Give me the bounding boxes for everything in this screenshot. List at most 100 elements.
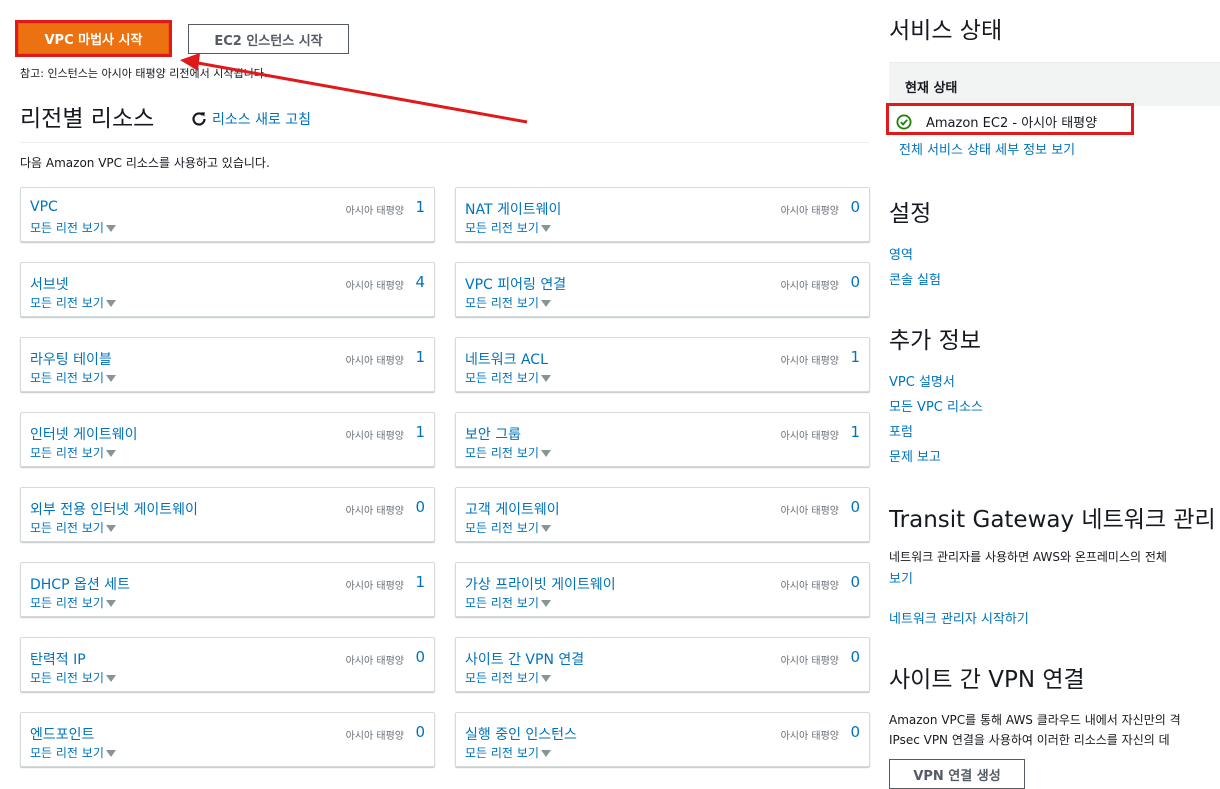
see-all-regions-label: 모든 리전 보기 [30, 746, 104, 760]
caret-down-icon [105, 675, 116, 682]
resource-card-title[interactable]: 서브넷 [30, 274, 69, 294]
resource-card: 가상 프라이빗 게이트웨이 아시아 태평양 0 모든 리전 보기 [455, 562, 870, 617]
report-issue-link[interactable]: 문제 보고 [889, 446, 941, 465]
resource-card-title[interactable]: 고객 게이트웨이 [465, 499, 560, 519]
resource-card-count[interactable]: 0 [850, 648, 860, 666]
see-all-regions-toggle[interactable]: 모든 리전 보기 [30, 369, 116, 386]
site-vpn-desc-line2: IPsec VPN 연결을 사용하여 이러한 리소스를 자신의 데 [889, 733, 1170, 747]
see-all-regions-toggle[interactable]: 모든 리전 보기 [465, 294, 551, 311]
resource-card-count[interactable]: 1 [415, 423, 425, 441]
see-all-regions-toggle[interactable]: 모든 리전 보기 [465, 519, 551, 536]
transit-gateway-desc: 네트워크 관리자를 사용하면 AWS와 온프레미스의 전체 [889, 550, 1167, 564]
resource-card: 외부 전용 인터넷 게이트웨이 아시아 태평양 0 모든 리전 보기 [20, 487, 435, 542]
see-all-regions-toggle[interactable]: 모든 리전 보기 [465, 219, 551, 236]
resource-card-region: 아시아 태평양 [345, 731, 404, 742]
see-all-regions-toggle[interactable]: 모든 리전 보기 [30, 519, 116, 536]
transit-gateway-heading: Transit Gateway 네트워크 관리 [889, 507, 1216, 533]
see-all-regions-label: 모든 리전 보기 [30, 521, 104, 535]
resource-card-title[interactable]: 인터넷 게이트웨이 [30, 424, 138, 444]
see-all-regions-label: 모든 리전 보기 [465, 746, 539, 760]
see-all-regions-toggle[interactable]: 모든 리전 보기 [30, 219, 116, 236]
see-all-regions-toggle[interactable]: 모든 리전 보기 [30, 594, 116, 611]
caret-down-icon [540, 600, 551, 607]
settings-zones-link[interactable]: 영역 [889, 244, 913, 263]
see-all-regions-toggle[interactable]: 모든 리전 보기 [30, 294, 116, 311]
create-vpn-button[interactable]: VPN 연결 생성 [889, 759, 1025, 789]
resource-card-region: 아시아 태평양 [345, 506, 404, 517]
vpc-docs-link[interactable]: VPC 설명서 [889, 371, 955, 390]
resource-card-title[interactable]: 엔드포인트 [30, 724, 94, 744]
see-all-regions-toggle[interactable]: 모든 리전 보기 [465, 744, 551, 761]
resource-card-count[interactable]: 0 [415, 498, 425, 516]
resource-card-count[interactable]: 1 [415, 198, 425, 216]
resource-card-title[interactable]: 라우팅 테이블 [30, 349, 112, 369]
resource-card-count[interactable]: 1 [415, 348, 425, 366]
resource-card-title[interactable]: VPC [30, 199, 58, 215]
resource-card-title[interactable]: 탄력적 IP [30, 649, 86, 669]
resource-card-region: 아시아 태평양 [780, 281, 839, 292]
resource-card-title[interactable]: 외부 전용 인터넷 게이트웨이 [30, 499, 198, 519]
see-all-regions-toggle[interactable]: 모든 리전 보기 [30, 669, 116, 686]
see-all-regions-label: 모든 리전 보기 [30, 671, 104, 685]
service-status-heading: 서비스 상태 [889, 18, 1003, 44]
see-all-regions-toggle[interactable]: 모든 리전 보기 [30, 444, 116, 461]
refresh-resources-link[interactable]: 리소스 새로 고침 [190, 109, 311, 129]
transit-gateway-view-link[interactable]: 보기 [889, 568, 913, 587]
resource-card-region: 아시아 태평양 [780, 356, 839, 367]
resource-card-region: 아시아 태평양 [780, 581, 839, 592]
resource-card-count[interactable]: 0 [415, 723, 425, 741]
resources-subtitle: 다음 Amazon VPC 리소스를 사용하고 있습니다. [20, 156, 270, 170]
see-all-regions-label: 모든 리전 보기 [465, 671, 539, 685]
resource-card: 서브넷 아시아 태평양 4 모든 리전 보기 [20, 262, 435, 317]
see-all-regions-label: 모든 리전 보기 [465, 296, 539, 310]
see-all-regions-label: 모든 리전 보기 [30, 296, 104, 310]
see-all-regions-toggle[interactable]: 모든 리전 보기 [465, 669, 551, 686]
section-divider [20, 142, 869, 143]
resource-card-title[interactable]: 네트워크 ACL [465, 349, 548, 369]
see-all-regions-toggle[interactable]: 모든 리전 보기 [465, 369, 551, 386]
refresh-icon [192, 112, 206, 126]
resource-card-count[interactable]: 0 [850, 723, 860, 741]
resource-card-region: 아시아 태평양 [345, 281, 404, 292]
resource-card-region: 아시아 태평양 [780, 731, 839, 742]
resource-card-count[interactable]: 0 [850, 198, 860, 216]
status-details-link[interactable]: 전체 서비스 상태 세부 정보 보기 [899, 139, 1075, 158]
resource-card-title[interactable]: 사이트 간 VPN 연결 [465, 649, 584, 669]
see-all-regions-toggle[interactable]: 모든 리전 보기 [465, 594, 551, 611]
resource-card: 사이트 간 VPN 연결 아시아 태평양 0 모든 리전 보기 [455, 637, 870, 692]
see-all-regions-toggle[interactable]: 모든 리전 보기 [30, 744, 116, 761]
see-all-regions-toggle[interactable]: 모든 리전 보기 [465, 444, 551, 461]
see-all-regions-label: 모든 리전 보기 [30, 596, 104, 610]
see-all-regions-label: 모든 리전 보기 [465, 446, 539, 460]
network-manager-start-link[interactable]: 네트워크 관리자 시작하기 [889, 608, 1029, 627]
caret-down-icon [105, 375, 116, 382]
resource-card-count[interactable]: 4 [415, 273, 425, 291]
see-all-regions-label: 모든 리전 보기 [30, 446, 104, 460]
resource-card-title[interactable]: NAT 게이트웨이 [465, 199, 561, 219]
resource-card-count[interactable]: 0 [850, 498, 860, 516]
resource-card-title[interactable]: 실행 중인 인스턴스 [465, 724, 577, 744]
launch-ec2-button[interactable]: EC2 인스턴스 시작 [188, 24, 349, 54]
status-table-header: 현재 상태 [889, 62, 1220, 106]
resource-card-region: 아시아 태평양 [780, 506, 839, 517]
resource-card-count[interactable]: 0 [415, 648, 425, 666]
see-all-regions-label: 모든 리전 보기 [30, 371, 104, 385]
resource-card-title[interactable]: DHCP 옵션 세트 [30, 574, 130, 594]
resource-card-region: 아시아 태평양 [345, 356, 404, 367]
resource-card-count[interactable]: 0 [850, 273, 860, 291]
resource-card-count[interactable]: 1 [415, 573, 425, 591]
caret-down-icon [105, 225, 116, 232]
see-all-regions-label: 모든 리전 보기 [465, 371, 539, 385]
resource-card-title[interactable]: VPC 피어링 연결 [465, 274, 566, 294]
resource-card-title[interactable]: 보안 그룹 [465, 424, 521, 444]
resource-card-count[interactable]: 1 [850, 348, 860, 366]
resource-card-count[interactable]: 0 [850, 573, 860, 591]
caret-down-icon [540, 750, 551, 757]
all-vpc-resources-link[interactable]: 모든 VPC 리소스 [889, 396, 983, 415]
forum-link[interactable]: 포럼 [889, 421, 913, 440]
settings-console-experiments-link[interactable]: 콘솔 실험 [889, 269, 941, 288]
resource-card-title[interactable]: 가상 프라이빗 게이트웨이 [465, 574, 616, 594]
see-all-regions-label: 모든 리전 보기 [465, 221, 539, 235]
resource-card-count[interactable]: 1 [850, 423, 860, 441]
resource-card: 엔드포인트 아시아 태평양 0 모든 리전 보기 [20, 712, 435, 767]
